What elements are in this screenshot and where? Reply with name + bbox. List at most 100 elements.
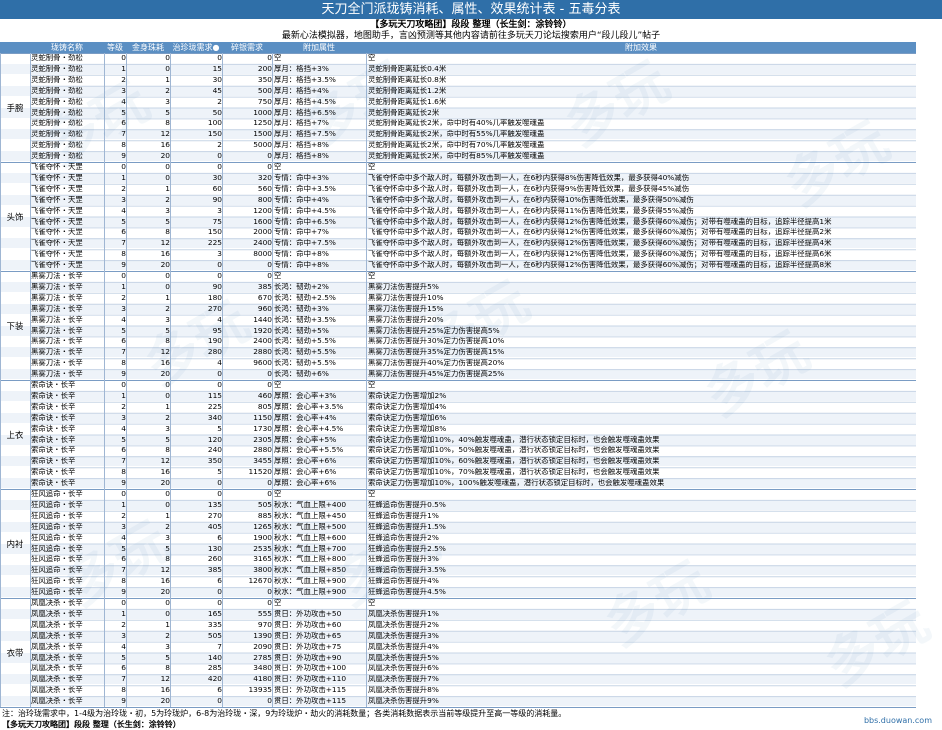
cost-c-cell: 1500 xyxy=(253,129,272,139)
table-row: 飞雀夺怀・天罡 9 20 0 0 专情：命中+8% 飞雀夺怀命中多个敌人时，每额外攻击到一人… xyxy=(0,260,916,271)
table-row: 黑雾刀法・长辛 3 2 270 960 长鸿：韧劲+3% 黑雾刀法伤害提升15% xyxy=(0,303,916,314)
attr-cell: 秋水：气血上限+800 xyxy=(274,554,347,564)
level-cell: 9 xyxy=(121,696,126,706)
item-name: 飞雀夺怀・天罡 xyxy=(31,227,83,237)
cost-c-cell: 385 xyxy=(257,281,272,291)
cost-b-cell: 420 xyxy=(207,674,222,684)
cost-b-cell: 100 xyxy=(207,118,222,128)
item-name: 黑雾刀法・长辛 xyxy=(31,369,83,379)
cost-b-cell: 0 xyxy=(217,696,222,706)
cost-c-cell: 500 xyxy=(257,85,272,95)
cost-c-cell: 12670 xyxy=(248,576,272,586)
attr-cell: 长鸿：韧劲+5.5% xyxy=(274,336,336,346)
level-cell: 3 xyxy=(121,303,126,313)
level-cell: 6 xyxy=(121,336,126,346)
table-row: 飞雀夺怀・天罡 1 0 30 320 专情：命中+3% 飞雀夺怀命中多个敌人时，每额外攻击到… xyxy=(0,172,916,183)
item-name: 飞雀夺怀・天罡 xyxy=(31,238,83,248)
item-name: 飞雀夺怀・天罡 xyxy=(31,172,83,182)
cost-c-cell: 2090 xyxy=(253,641,272,651)
header-effect: 附加效果 xyxy=(625,43,657,52)
table-row: 黑雾刀法・长辛 7 12 280 2880 长鸿：韧劲+5.5% 黑雾刀法伤害提升35%定力… xyxy=(0,347,916,358)
level-cell: 7 xyxy=(121,674,126,684)
effect-cell: 凤凰决杀伤害提升3% xyxy=(368,630,439,640)
table-row: 灵蛇制骨・劲松 7 12 150 1500 厚月：格挡+7.5% 灵蛇制骨距离延长2米，命中… xyxy=(0,129,916,140)
item-name: 黑雾刀法・长辛 xyxy=(31,325,83,335)
cost-a-cell: 3 xyxy=(165,205,170,215)
item-name: 索命诀・长辛 xyxy=(31,445,76,455)
sheet-title: 天刀全门派珑铸消耗、属性、效果统计表 - 五毒分表 xyxy=(0,0,942,19)
attr-cell: 空 xyxy=(274,380,282,389)
level-cell: 5 xyxy=(121,543,126,553)
cost-a-cell: 12 xyxy=(160,129,170,139)
attr-cell: 贯日：外功攻击+60 xyxy=(274,619,342,629)
item-name: 灵蛇制骨・劲松 xyxy=(31,63,83,73)
cost-b-cell: 340 xyxy=(207,412,222,422)
section-label: 上衣 xyxy=(6,429,24,440)
cost-c-cell: 0 xyxy=(267,53,272,62)
attr-cell: 厚月：格挡+6.5% xyxy=(274,107,336,117)
level-cell: 8 xyxy=(121,140,126,150)
cost-c-cell: 2305 xyxy=(253,434,272,444)
effect-cell: 灵蛇制骨距离延长2米，命中时有40%几率触发噬魂蛊 xyxy=(368,118,545,128)
table-row: 灵蛇制骨・劲松 2 1 30 350 厚月：格挡+3.5% 灵蛇制骨距离延长0.8米 xyxy=(0,75,916,85)
attr-cell: 厚月：格挡+7.5% xyxy=(274,129,336,139)
cost-a-cell: 8 xyxy=(165,663,170,673)
cost-a-cell: 0 xyxy=(165,608,170,618)
item-name: 狂风追命・长辛 xyxy=(31,543,83,553)
level-cell: 0 xyxy=(121,380,126,389)
cost-c-cell: 5000 xyxy=(253,140,272,150)
level-cell: 0 xyxy=(121,271,126,280)
level-cell: 6 xyxy=(121,445,126,455)
level-cell: 2 xyxy=(121,401,126,411)
attr-cell: 厚月：格挡+3% xyxy=(274,63,329,73)
cost-a-cell: 16 xyxy=(160,685,170,695)
cost-a-cell: 2 xyxy=(165,85,170,95)
cost-a-cell: 12 xyxy=(160,238,170,248)
cost-a-cell: 0 xyxy=(165,53,170,62)
table-row: 飞雀夺怀・天罡 4 3 3 1200 专情：命中+4.5% 飞雀夺怀命中多个敌人时，每额外攻… xyxy=(0,206,916,216)
attr-cell: 厚照：会心率+6% xyxy=(274,467,337,477)
attr-cell: 空 xyxy=(274,53,282,62)
cost-b-cell: 15 xyxy=(212,63,222,73)
cost-a-cell: 12 xyxy=(160,565,170,575)
item-name: 凤凰决杀・长辛 xyxy=(31,608,83,618)
attr-cell: 空 xyxy=(274,598,282,607)
effect-cell: 索命诀定力伤害增加8% xyxy=(368,423,447,433)
table-row: 索命诀・长辛 3 2 340 1150 厚照：会心率+4% 索命诀定力伤害增加6% xyxy=(0,412,916,423)
level-cell: 2 xyxy=(121,183,126,193)
table-row: 凤凰决杀・长辛 6 8 285 3480 贯日：外功攻击+100 凤凰决杀伤害提升6% xyxy=(0,663,916,673)
attr-cell: 专情：命中+6.5% xyxy=(274,216,336,226)
item-name: 索命诀・长辛 xyxy=(31,467,76,477)
table-row: 索命诀・长辛 4 3 5 1730 厚照：会心率+4.5% 索命诀定力伤害增加8% xyxy=(0,424,916,434)
table-row: 飞雀夺怀・天罡 8 16 3 8000 专情：命中+8% 飞雀夺怀命中多个敌人时，每额外攻击… xyxy=(0,249,916,259)
table-header: 珑铸名称 等级 金身珠耗 治珍珑需求● 碎银需求 附加属性 附加效果 xyxy=(0,42,916,53)
effect-cell: 凤凰决杀伤害提升4% xyxy=(368,641,439,651)
level-cell: 2 xyxy=(121,292,126,302)
table-row: 飞雀夺怀・天罡 6 8 150 2000 专情：命中+7% 飞雀夺怀命中多个敌人时，每额外攻… xyxy=(0,227,916,237)
item-name: 狂风追命・长辛 xyxy=(31,587,83,597)
effect-cell: 空 xyxy=(368,380,376,389)
cost-a-cell: 16 xyxy=(160,576,170,586)
header-c: 碎银需求 xyxy=(231,43,263,52)
cost-c-cell: 1730 xyxy=(253,423,272,433)
table-row: 索命诀・长辛 9 20 0 0 厚照：会心率+6% 索命诀定力伤害增加10%，100%触发噬… xyxy=(0,478,916,489)
effect-cell: 空 xyxy=(368,489,376,498)
table-row: 狂风追命・长辛 4 3 6 1900 秋水：气血上限+600 狂蜂追命伤害提升2% xyxy=(0,533,916,543)
effect-cell: 飞雀夺怀命中多个敌人时，每额外攻击到一人，在6秒内获得12%伤害降低效果，最多获… xyxy=(368,260,832,270)
cost-b-cell: 0 xyxy=(217,151,222,161)
cost-c-cell: 3480 xyxy=(253,663,272,673)
table-row: 狂风追命・长辛 9 20 0 0 秋水：气血上限+900 狂蜂追命伤害提升4.5% xyxy=(0,587,916,598)
effect-cell: 凤凰决杀伤害提升8% xyxy=(368,685,439,695)
attr-cell: 专情：命中+8% xyxy=(274,260,329,270)
item-name: 狂风追命・长辛 xyxy=(31,489,83,498)
level-cell: 3 xyxy=(121,412,126,422)
cost-a-cell: 0 xyxy=(165,281,170,291)
cost-a-cell: 20 xyxy=(160,369,170,379)
header-b: 治珍珑需求● xyxy=(172,43,220,52)
effect-cell: 狂蜂追命伤害提升0.5% xyxy=(368,499,446,509)
table-row: 狂风追命・长辛 8 16 6 12670 秋水：气血上限+900 狂蜂追命伤害提升4% xyxy=(0,576,916,586)
table-row: 飞雀夺怀・天罡 2 1 60 560 专情：命中+3.5% 飞雀夺怀命中多个敌人时，每额外攻… xyxy=(0,184,916,194)
item-name: 黑雾刀法・长辛 xyxy=(31,303,83,313)
effect-cell: 黑雾刀法伤害提升35%定力伤害提高15% xyxy=(368,347,505,357)
item-name: 狂风追命・长辛 xyxy=(31,532,83,542)
